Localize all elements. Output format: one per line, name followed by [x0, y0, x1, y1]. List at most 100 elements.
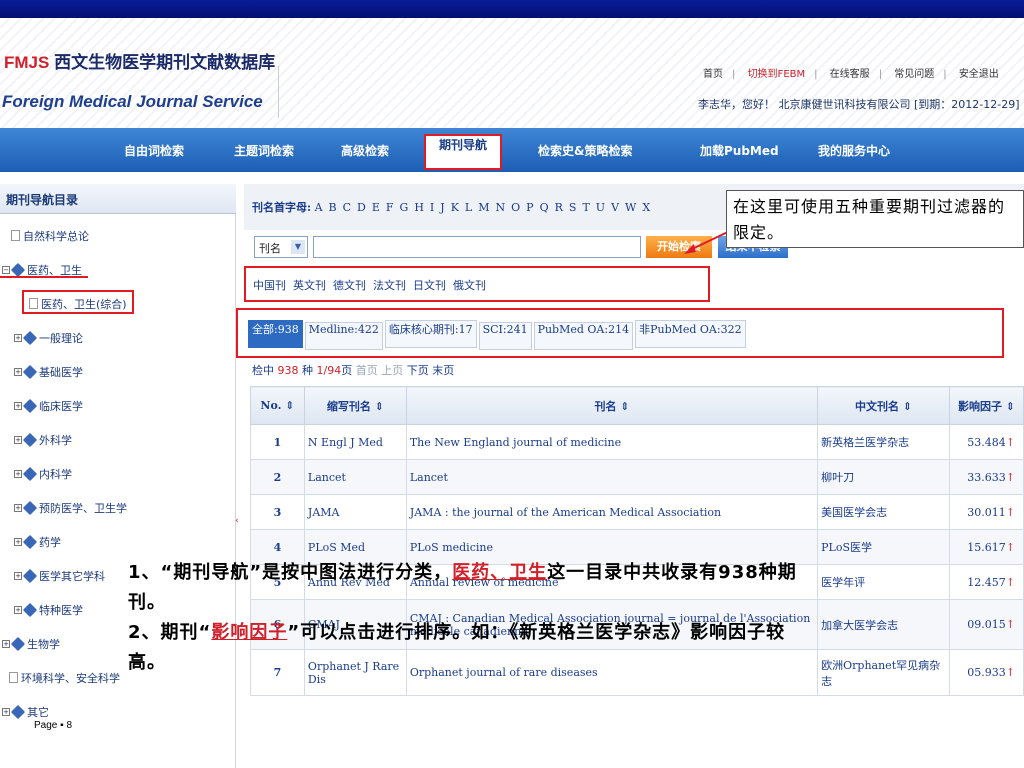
nav-journal-navigation[interactable]: 期刊导航	[424, 134, 502, 170]
cell-abbr[interactable]: N Engl J Med	[303, 424, 407, 460]
filter-tab-medline[interactable]: Medline:422	[304, 322, 383, 350]
cell-cn-title: 加拿大医学会志	[817, 599, 950, 650]
nav-subject-search[interactable]: 主题词检索	[234, 142, 294, 159]
link-home[interactable]: 首页	[703, 69, 723, 80]
letter-b[interactable]: B	[329, 201, 337, 214]
filter-tab-clinical-core[interactable]: 临床核心期刊:17	[384, 320, 477, 348]
expand-icon[interactable]: +	[14, 368, 22, 376]
expand-icon[interactable]: +	[2, 640, 10, 648]
sidebar-item-special-medicine[interactable]: + 特种医学	[14, 602, 83, 618]
letter-v[interactable]: V	[611, 201, 619, 214]
sidebar-item-pharmacy[interactable]: + 药学	[14, 534, 61, 550]
cell-impact-factor: 53.484↑	[948, 424, 1024, 460]
link-switch-febm[interactable]: 切换到FEBM	[748, 69, 806, 80]
up-arrow-icon: ↑	[1005, 540, 1015, 554]
letter-g[interactable]: G	[400, 201, 409, 214]
slide-top-bar	[0, 0, 1024, 18]
column-header-impact-factor[interactable]: 影响因子 ⇕	[948, 386, 1024, 425]
collapse-icon[interactable]: −	[2, 266, 10, 274]
letter-r[interactable]: R	[555, 201, 563, 214]
sidebar-collapse-icon[interactable]: ‹	[235, 516, 243, 530]
expand-icon[interactable]: +	[14, 606, 22, 614]
letter-e[interactable]: E	[372, 201, 380, 214]
nav-my-service[interactable]: 我的服务中心	[818, 142, 890, 159]
table-row[interactable]: 2 Lancet Lancet 柳叶刀 33.633↑	[250, 459, 1024, 495]
link-logout[interactable]: 安全退出	[959, 69, 999, 80]
letter-a[interactable]: A	[315, 201, 323, 214]
up-arrow-icon: ↑	[1005, 505, 1015, 519]
letter-o[interactable]: O	[511, 201, 520, 214]
lang-french[interactable]: 法文刊	[373, 279, 406, 292]
lang-japanese[interactable]: 日文刊	[413, 279, 446, 292]
expand-icon[interactable]: +	[14, 436, 22, 444]
expand-icon[interactable]: +	[14, 470, 22, 478]
book-icon	[10, 704, 26, 720]
sidebar-item-general-theory[interactable]: + 一般理论	[14, 330, 83, 346]
nav-load-pubmed[interactable]: 加载PubMed	[700, 142, 779, 159]
expand-icon[interactable]: +	[14, 504, 22, 512]
lang-chinese[interactable]: 中国刊	[253, 279, 286, 292]
nav-advanced-search[interactable]: 高级检索	[341, 142, 389, 159]
sidebar-item-clinical-medicine[interactable]: + 临床医学	[14, 398, 83, 414]
cell-abbr[interactable]: JAMA	[303, 494, 407, 530]
cell-abbr[interactable]: Lancet	[303, 459, 407, 495]
expand-icon[interactable]: +	[14, 572, 22, 580]
sidebar-item-natural-science[interactable]: 自然科学总论	[8, 228, 89, 244]
cell-title[interactable]: Lancet	[405, 459, 819, 495]
filter-tab-sci[interactable]: SCI:241	[478, 322, 532, 350]
sidebar-item-other[interactable]: + 其它	[2, 704, 49, 720]
cell-no: 2	[250, 459, 305, 495]
sidebar-item-biology[interactable]: + 生物学	[2, 636, 60, 652]
column-header-cn-title[interactable]: 中文刊名 ⇕	[817, 386, 950, 425]
cell-title[interactable]: JAMA : the journal of the American Medic…	[405, 494, 819, 530]
nav-free-search[interactable]: 自由词检索	[124, 142, 184, 159]
letter-l[interactable]: L	[465, 201, 472, 214]
document-icon	[9, 672, 18, 683]
next-page-link[interactable]: 下页	[407, 364, 429, 377]
letter-j[interactable]: J	[440, 201, 444, 214]
sidebar-item-surgery[interactable]: + 外科学	[14, 432, 72, 448]
lang-german[interactable]: 德文刊	[333, 279, 366, 292]
cell-title[interactable]: The New England journal of medicine	[405, 424, 819, 460]
nav-history-search[interactable]: 检索史&策略检索	[538, 142, 632, 159]
letter-s[interactable]: S	[569, 201, 577, 214]
letter-i[interactable]: I	[430, 201, 434, 214]
filter-tab-all[interactable]: 全部:938	[248, 320, 303, 348]
letter-k[interactable]: K	[451, 201, 459, 214]
letter-t[interactable]: T	[582, 201, 589, 214]
link-faq[interactable]: 常见问题	[894, 69, 934, 80]
expand-icon[interactable]: +	[2, 708, 10, 716]
table-row[interactable]: 1 N Engl J Med The New England journal o…	[250, 424, 1024, 460]
filter-tab-pubmed-oa[interactable]: PubMed OA:214	[533, 322, 634, 350]
letter-x[interactable]: X	[642, 201, 650, 214]
expand-icon[interactable]: +	[14, 402, 22, 410]
sidebar-item-preventive-medicine[interactable]: + 预防医学、卫生学	[14, 500, 127, 516]
sidebar-item-basic-medicine[interactable]: + 基础医学	[14, 364, 83, 380]
letter-f[interactable]: F	[386, 201, 394, 214]
sidebar-item-environment[interactable]: 环境科学、安全科学	[6, 670, 120, 686]
letter-u[interactable]: U	[596, 201, 605, 214]
link-online-service[interactable]: 在线客服	[830, 69, 870, 80]
column-header-title[interactable]: 刊名 ⇕	[405, 386, 819, 425]
filter-tab-non-pubmed-oa[interactable]: 非PubMed OA:322	[635, 320, 746, 348]
last-page-link[interactable]: 末页	[432, 364, 454, 377]
expand-icon[interactable]: +	[14, 334, 22, 342]
lang-english[interactable]: 英文刊	[293, 279, 326, 292]
letter-c[interactable]: C	[343, 201, 351, 214]
table-row[interactable]: 3 JAMA JAMA : the journal of the America…	[250, 494, 1024, 530]
expand-icon[interactable]: +	[14, 538, 22, 546]
column-header-abbr[interactable]: 缩写刊名 ⇕	[303, 386, 407, 425]
column-header-no[interactable]: No. ⇕	[250, 386, 305, 425]
sidebar-item-internal-medicine[interactable]: + 内科学	[14, 466, 72, 482]
lang-russian[interactable]: 俄文刊	[453, 279, 486, 292]
sidebar-item-other-medical[interactable]: + 医学其它学科	[14, 568, 105, 584]
letter-n[interactable]: N	[496, 201, 506, 214]
letter-w[interactable]: W	[625, 201, 636, 214]
letter-h[interactable]: H	[414, 201, 424, 214]
field-select[interactable]: 刊名 ▼	[254, 236, 308, 258]
letter-p[interactable]: P	[526, 201, 533, 214]
letter-q[interactable]: Q	[540, 201, 549, 214]
letter-d[interactable]: D	[357, 201, 366, 214]
letter-m[interactable]: M	[478, 201, 489, 214]
search-input[interactable]	[313, 236, 641, 258]
